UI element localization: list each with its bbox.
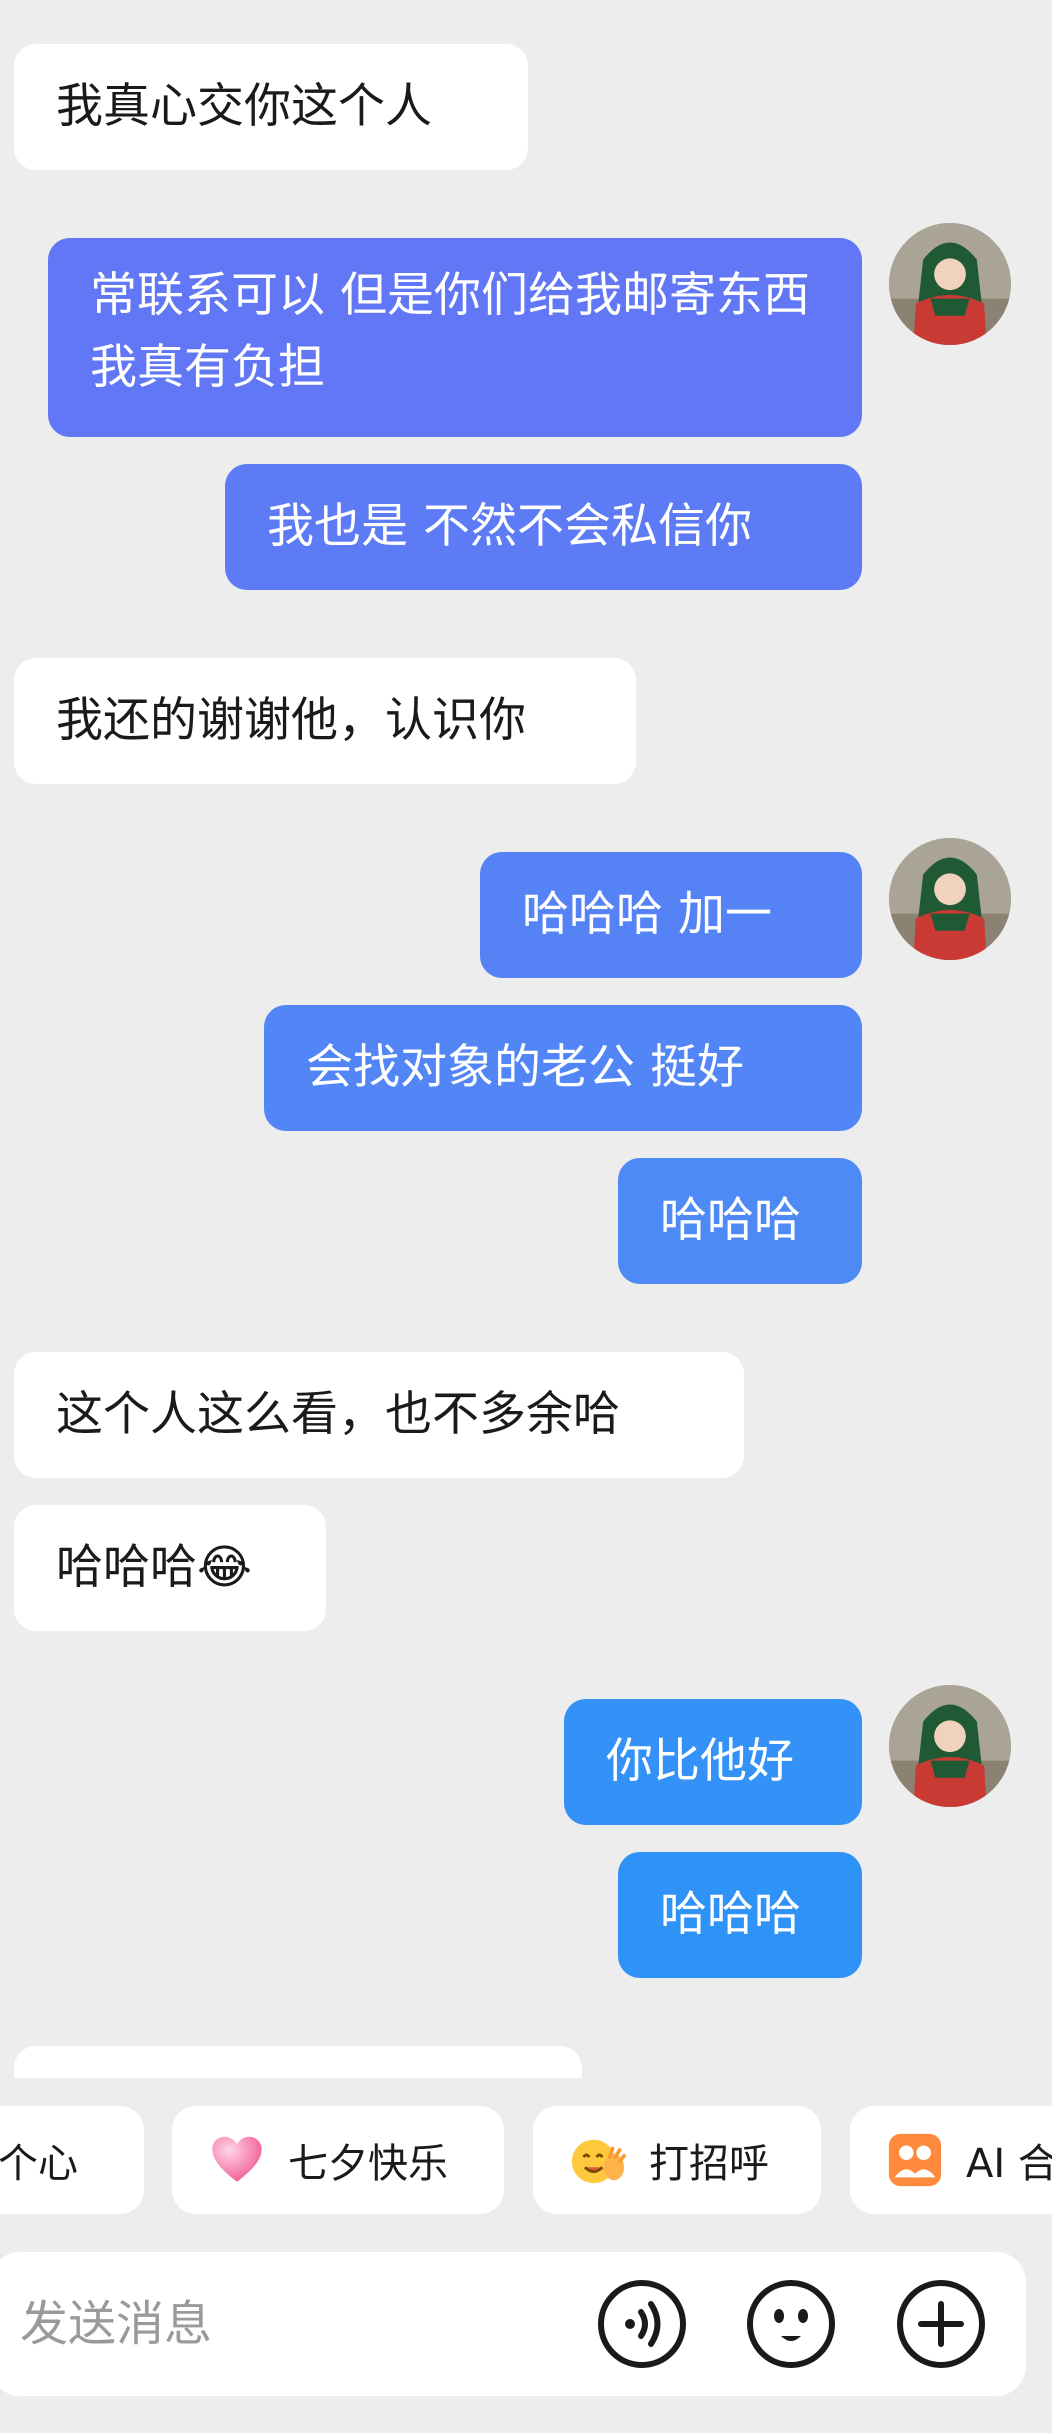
message-bubble-sent[interactable]: 哈哈哈 [618,1852,862,1978]
avatar-photo [889,1685,1011,1807]
quick-reply-label: 七夕快乐 [288,2141,448,2187]
message-bubble-sent[interactable]: 你比他好 [564,1699,862,1825]
message-composer: 发送消息 [0,2252,1026,2396]
message-input[interactable]: 发送消息 [20,2252,212,2396]
avatar-photo [889,223,1011,345]
avatar-photo [889,838,1011,960]
quick-reply-bar: 个心 七夕快乐 打招呼 AI 合 [0,2106,1052,2214]
quick-reply-chip[interactable]: AI 合 [850,2106,1052,2214]
message-bubble-received[interactable]: 我还的谢谢他，认识你 [14,658,636,784]
ai-group-photo-icon [888,2133,942,2187]
message-bubble-received[interactable]: 我真心交你这个人 [14,44,528,170]
quick-reply-chip[interactable]: 七夕快乐 [172,2106,504,2214]
quick-reply-label: AI 合 [966,2141,1052,2187]
emoji-icon [747,2280,835,2368]
avatar[interactable] [889,1685,1011,1807]
message-bubble-received[interactable]: 哈哈哈😂 [14,1505,326,1631]
avatar[interactable] [889,223,1011,345]
message-bubble-sent[interactable]: 哈哈哈 [618,1158,862,1284]
message-bubble-sent[interactable]: 会找对象的老公 挺好 [264,1005,862,1131]
pink-heart-icon [212,2136,262,2182]
quick-reply-label: 个心 [0,2141,78,2187]
message-bubble-partial[interactable] [14,2046,582,2078]
message-bubble-sent[interactable]: 常联系可以 但是你们给我邮寄东西 我真有负担 [48,238,862,437]
message-bubble-sent[interactable]: 我也是 不然不会私信你 [225,464,862,590]
message-bubble-received[interactable]: 这个人这么看，也不多余哈 [14,1352,744,1478]
voice-icon [598,2280,686,2368]
voice-button[interactable] [596,2278,688,2370]
emoji-button[interactable] [745,2278,837,2370]
avatar[interactable] [889,838,1011,960]
quick-reply-chip[interactable]: 个心 [0,2106,144,2214]
message-bubble-sent[interactable]: 哈哈哈 加一 [480,852,862,978]
waving-face-icon [571,2139,626,2184]
quick-reply-chip[interactable]: 打招呼 [533,2106,821,2214]
plus-icon [897,2280,985,2368]
quick-reply-label: 打招呼 [649,2141,769,2187]
chat-message-list[interactable]: 我真心交你这个人 常联系可以 但是你们给我邮寄东西 我真有负担 我也是 不然不会… [0,0,1052,2078]
plus-button[interactable] [895,2278,987,2370]
